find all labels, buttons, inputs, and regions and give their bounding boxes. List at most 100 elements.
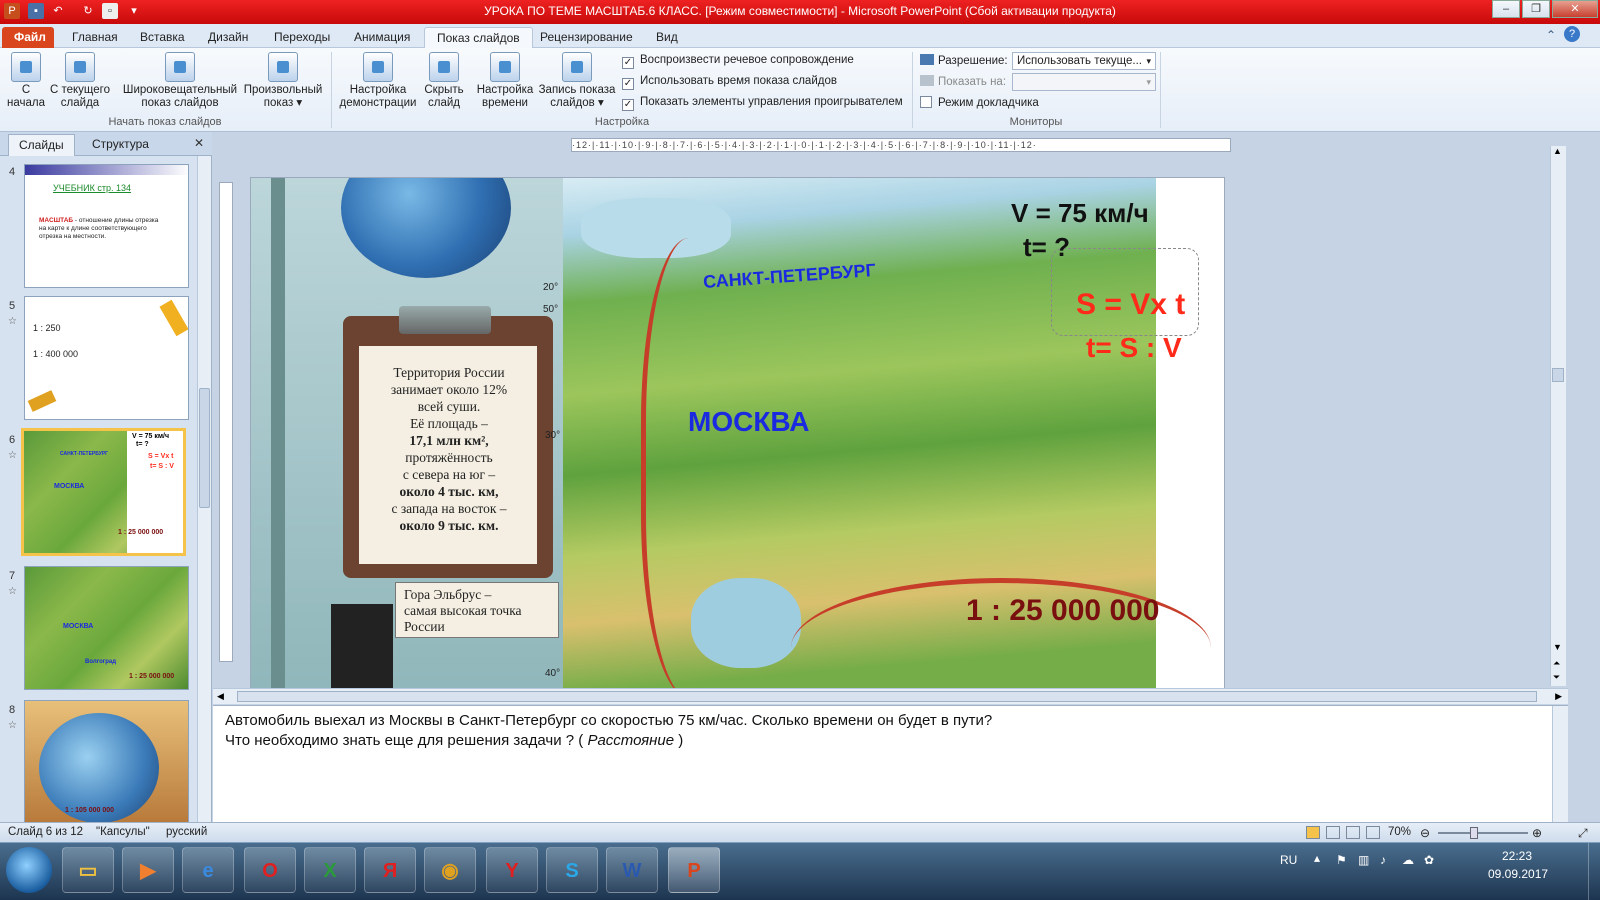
- zoom-out-icon[interactable]: ⊖: [1420, 826, 1430, 840]
- zoom-slider-thumb[interactable]: [1470, 827, 1478, 839]
- slide-horizontal-scrollbar[interactable]: ◀ ▶: [213, 688, 1568, 704]
- tab-file[interactable]: Файл: [2, 27, 54, 48]
- setup-slideshow-button[interactable]: Настройка демонстрации: [336, 52, 420, 110]
- slide-thumbnail-4[interactable]: УЧЕБНИК стр. 134 МАСШТАБ - отношение дли…: [24, 164, 189, 288]
- checkbox-use-timings[interactable]: ✓ Использовать время показа слайдов: [622, 75, 837, 90]
- scroll-left-icon[interactable]: ◀: [217, 691, 224, 702]
- minimize-button[interactable]: –: [1492, 0, 1520, 18]
- yandex-icon[interactable]: Я: [364, 847, 416, 893]
- zoom-level[interactable]: 70%: [1388, 826, 1411, 838]
- start-button[interactable]: [6, 847, 52, 893]
- skype-icon[interactable]: S: [546, 847, 598, 893]
- zoom-slider[interactable]: [1438, 832, 1528, 834]
- slide-vertical-scrollbar[interactable]: ▲ ▼ ⏶ ⏷: [1550, 146, 1566, 686]
- opera-icon[interactable]: O: [244, 847, 296, 893]
- language[interactable]: русский: [166, 826, 207, 838]
- rehearse-timings-button[interactable]: Настройка времени: [474, 52, 536, 110]
- broadcast-slideshow-button[interactable]: Широковещательный показ слайдов: [118, 52, 242, 110]
- slideshow-view-icon[interactable]: [1366, 826, 1380, 839]
- clock-time[interactable]: 22:23: [1502, 849, 1532, 863]
- reading-view-icon[interactable]: [1346, 826, 1360, 839]
- speed-text[interactable]: V = 75 км/ч: [1011, 198, 1149, 229]
- scroll-right-icon[interactable]: ▶: [1555, 691, 1562, 702]
- time-question-text[interactable]: t= ?: [1023, 232, 1070, 263]
- custom-show-button[interactable]: Произвольный показ ▾: [240, 52, 326, 110]
- tab-view[interactable]: Вид: [644, 27, 690, 48]
- show-hidden-icons-icon[interactable]: ▴: [1314, 851, 1320, 865]
- show-on-select[interactable]: ▾: [1012, 73, 1156, 91]
- time-formula[interactable]: t= S : V: [1086, 332, 1182, 364]
- tab-outline[interactable]: Структура: [82, 134, 159, 156]
- scrollbar-thumb[interactable]: [199, 388, 210, 508]
- powerpoint-taskbar-icon[interactable]: P: [668, 847, 720, 893]
- tab-animations[interactable]: Анимация: [342, 27, 422, 48]
- checkbox-narration[interactable]: ✓ Воспроизвести речевое сопровождение: [622, 54, 854, 69]
- thumb-formula: t= S : V: [150, 463, 174, 470]
- tab-insert[interactable]: Вставка: [128, 27, 197, 48]
- chrome-icon[interactable]: ◉: [424, 847, 476, 893]
- notes-scrollbar[interactable]: [1552, 706, 1568, 823]
- notes-pane[interactable]: Автомобиль выехал из Москвы в Санкт-Пете…: [213, 705, 1568, 823]
- from-beginning-button[interactable]: С начала: [4, 52, 48, 110]
- checkbox-checked-icon[interactable]: ✓: [622, 99, 634, 111]
- internet-explorer-icon[interactable]: e: [182, 847, 234, 893]
- previous-slide-icon[interactable]: ⏶: [1553, 658, 1560, 669]
- volume-icon[interactable]: ♪: [1380, 853, 1386, 867]
- pencil-icon: [159, 299, 188, 337]
- maximize-button[interactable]: ❐: [1522, 0, 1550, 18]
- slide-thumbnail-6[interactable]: V = 75 км/ч t= ? S = Vx t t= S : V САНКТ…: [21, 428, 186, 556]
- explorer-icon[interactable]: ▭: [62, 847, 114, 893]
- action-center-icon[interactable]: ⚑: [1336, 853, 1347, 867]
- yandex-browser-icon[interactable]: Y: [486, 847, 538, 893]
- tab-home[interactable]: Главная: [60, 27, 130, 48]
- tray-app-icon[interactable]: ☁: [1402, 853, 1414, 867]
- record-slideshow-button[interactable]: Запись показа слайдов ▾: [536, 52, 618, 110]
- slide-sorter-icon[interactable]: [1326, 826, 1340, 839]
- close-button[interactable]: ✕: [1552, 0, 1598, 18]
- vertical-ruler[interactable]: [219, 182, 233, 662]
- clock-date[interactable]: 09.09.2017: [1488, 867, 1548, 881]
- slide-thumbnail-5[interactable]: 1 : 250 1 : 400 000: [24, 296, 189, 420]
- scrollbar-thumb[interactable]: [1552, 368, 1564, 382]
- network-icon[interactable]: ▥: [1358, 853, 1369, 867]
- checkbox-show-media-controls[interactable]: ✓ Показать элементы управления проигрыват…: [622, 96, 903, 111]
- tab-review[interactable]: Рецензирование: [528, 27, 645, 48]
- excel-icon[interactable]: X: [304, 847, 356, 893]
- tab-slides[interactable]: Слайды: [8, 134, 75, 156]
- checkbox-checked-icon[interactable]: ✓: [622, 57, 634, 69]
- tab-transitions[interactable]: Переходы: [262, 27, 342, 48]
- tray-app-icon[interactable]: ✿: [1424, 853, 1434, 867]
- hide-slide-button[interactable]: Скрыть слайд: [420, 52, 468, 110]
- from-current-slide-button[interactable]: С текущего слайда: [48, 52, 112, 110]
- checkbox-checked-icon[interactable]: ✓: [622, 78, 634, 90]
- scroll-up-icon[interactable]: ▲: [1553, 146, 1562, 156]
- slide-thumbnail-7[interactable]: МОСКВА Волгоград 1 : 25 000 000: [24, 566, 189, 690]
- show-desktop-button[interactable]: [1588, 843, 1600, 900]
- tab-design[interactable]: Дизайн: [196, 27, 260, 48]
- slides-panel-scrollbar[interactable]: [197, 156, 211, 822]
- map-scale-label[interactable]: 1 : 25 000 000: [966, 594, 1160, 628]
- fit-slide-icon[interactable]: ⤢: [1578, 826, 1588, 841]
- scrollbar-thumb[interactable]: [237, 691, 1537, 702]
- next-slide-icon[interactable]: ⏷: [1553, 672, 1560, 683]
- horizontal-ruler[interactable]: ·12·|·11·|·10·|·9·|·8·|·7·|·6·|·5·|·4·|·…: [571, 138, 1231, 152]
- theme-name[interactable]: "Капсулы": [96, 826, 150, 838]
- close-panel-icon[interactable]: ✕: [194, 136, 204, 150]
- tab-slideshow[interactable]: Показ слайдов: [424, 27, 533, 48]
- resolution-select[interactable]: Использовать текуще... ▾: [1012, 52, 1156, 70]
- zoom-in-icon[interactable]: ⊕: [1532, 826, 1542, 840]
- language-indicator[interactable]: RU: [1280, 853, 1297, 867]
- slide-thumbnail-8[interactable]: 1 : 105 000 000: [24, 700, 189, 824]
- distance-formula[interactable]: S = Vx t: [1076, 288, 1185, 322]
- thumb-formula: S = Vx t: [148, 453, 174, 460]
- minimize-ribbon-icon[interactable]: ⌃: [1546, 28, 1556, 42]
- slide-canvas[interactable]: Территория России занимает около 12% все…: [250, 177, 1225, 699]
- media-player-icon[interactable]: ▶: [122, 847, 174, 893]
- checkbox-presenter-view[interactable]: Режим докладчика: [920, 96, 1039, 109]
- normal-view-icon[interactable]: [1306, 826, 1320, 839]
- moscow-label[interactable]: МОСКВА: [688, 406, 809, 438]
- scroll-down-icon[interactable]: ▼: [1553, 642, 1562, 652]
- checkbox-unchecked-icon[interactable]: [920, 96, 932, 108]
- word-icon[interactable]: W: [606, 847, 658, 893]
- help-icon[interactable]: ?: [1564, 26, 1580, 42]
